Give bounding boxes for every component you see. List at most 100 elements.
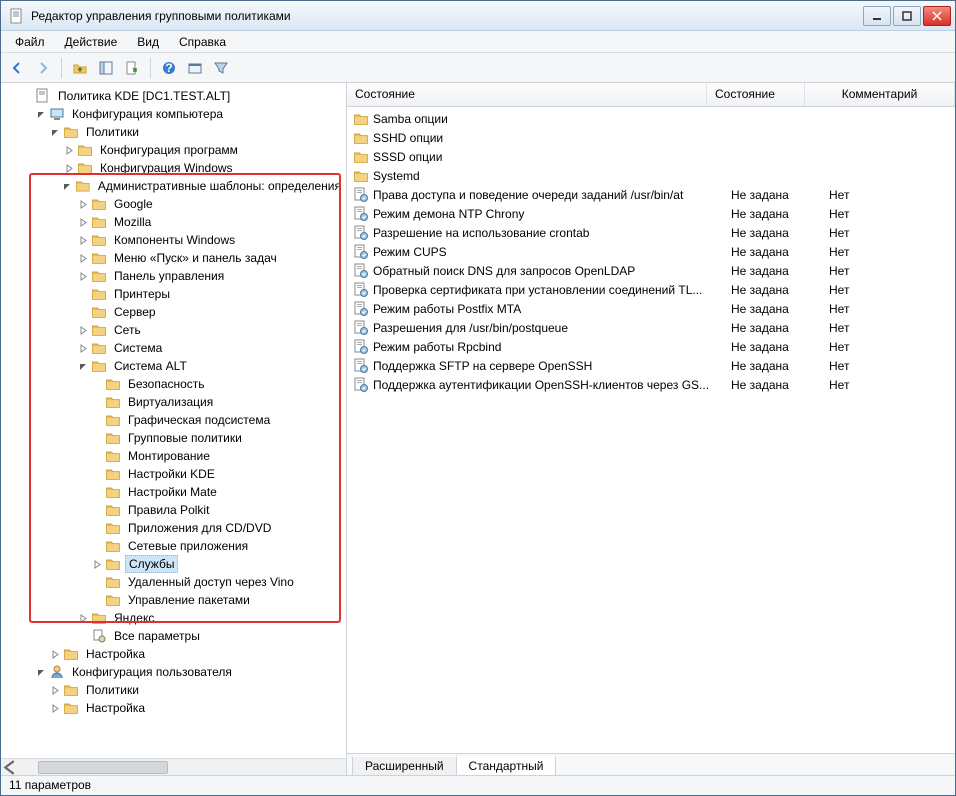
column-state[interactable]: Состояние <box>707 83 805 106</box>
expand-icon[interactable] <box>77 216 89 228</box>
list-row[interactable]: Обратный поиск DNS для запросов OpenLDAP… <box>347 261 955 280</box>
tree-node-controlPanel[interactable]: Панель управления <box>3 267 344 285</box>
tree-node-yandex[interactable]: Яндекс <box>3 609 344 627</box>
expand-icon[interactable] <box>77 324 89 336</box>
close-button[interactable] <box>923 6 951 26</box>
list-row[interactable]: Разрешения для /usr/bin/postqueueНе зада… <box>347 318 955 337</box>
collapse-icon[interactable] <box>35 108 47 120</box>
tree-pane[interactable]: Политика KDE [DC1.TEST.ALT]Конфигурация … <box>1 83 347 775</box>
tree-node-groupPol[interactable]: Групповые политики <box>3 429 344 447</box>
horizontal-scrollbar[interactable] <box>1 758 346 775</box>
tree-node-printers[interactable]: Принтеры <box>3 285 344 303</box>
tree-node-settings2[interactable]: Настройка <box>3 699 344 717</box>
list-row[interactable]: Режим работы Postfix MTAНе заданаНет <box>347 299 955 318</box>
tree-node-compWindows[interactable]: Компоненты Windows <box>3 231 344 249</box>
list-row[interactable]: Права доступа и поведение очереди задани… <box>347 185 955 204</box>
column-comment[interactable]: Комментарий <box>805 83 955 106</box>
tab-extended[interactable]: Расширенный <box>352 757 457 775</box>
tree-node-winConfig[interactable]: Конфигурация Windows <box>3 159 344 177</box>
list-row[interactable]: Samba опции <box>347 109 955 128</box>
tree-node-google[interactable]: Google <box>3 195 344 213</box>
tree-node-system[interactable]: Система <box>3 339 344 357</box>
expand-icon[interactable] <box>49 702 61 714</box>
export-button[interactable] <box>120 56 144 80</box>
maximize-button[interactable] <box>893 6 921 26</box>
tree-node-mozilla[interactable]: Mozilla <box>3 213 344 231</box>
expand-icon[interactable] <box>77 270 89 282</box>
tree-node-packages[interactable]: Управление пакетами <box>3 591 344 609</box>
filter-button[interactable] <box>209 56 233 80</box>
help-button[interactable]: ? <box>157 56 181 80</box>
tree-node-security[interactable]: Безопасность <box>3 375 344 393</box>
expand-icon[interactable] <box>77 342 89 354</box>
tree-node-services[interactable]: Службы <box>3 555 344 573</box>
tree-node-compConfig[interactable]: Конфигурация компьютера <box>3 105 344 123</box>
expand-icon[interactable] <box>77 612 89 624</box>
forward-button[interactable] <box>31 56 55 80</box>
list-row[interactable]: Systemd <box>347 166 955 185</box>
folder-icon <box>353 168 369 184</box>
tree-node-graphics[interactable]: Графическая подсистема <box>3 411 344 429</box>
list-row[interactable]: Поддержка SFTP на сервере OpenSSHНе зада… <box>347 356 955 375</box>
tree-node-server[interactable]: Сервер <box>3 303 344 321</box>
tab-standard[interactable]: Стандартный <box>456 756 557 775</box>
tree-node-allParams[interactable]: Все параметры <box>3 627 344 645</box>
expand-icon[interactable] <box>49 648 61 660</box>
collapse-icon[interactable] <box>49 126 61 138</box>
menu-action[interactable]: Действие <box>57 33 126 51</box>
list-body[interactable]: Samba опцииSSHD опцииSSSD опцииSystemdПр… <box>347 107 955 753</box>
expand-icon[interactable] <box>91 558 103 570</box>
expand-icon[interactable] <box>77 198 89 210</box>
menu-view[interactable]: Вид <box>129 33 167 51</box>
list-row[interactable]: Режим работы RpcbindНе заданаНет <box>347 337 955 356</box>
show-tree-button[interactable] <box>94 56 118 80</box>
scroll-left-icon[interactable] <box>1 760 18 775</box>
expand-icon[interactable] <box>63 144 75 156</box>
tree-node-policies2[interactable]: Политики <box>3 681 344 699</box>
tree-node-root[interactable]: Политика KDE [DC1.TEST.ALT] <box>3 87 344 105</box>
folder-icon <box>91 358 107 374</box>
tree-node-adminTemplates[interactable]: Административные шаблоны: определения <box>3 177 344 195</box>
tree-node-netapps[interactable]: Сетевые приложения <box>3 537 344 555</box>
row-state: Не задана <box>731 378 829 392</box>
tree-node-settings[interactable]: Настройка <box>3 645 344 663</box>
list-row[interactable]: Режим демона NTP ChronyНе заданаНет <box>347 204 955 223</box>
tree-node-mate[interactable]: Настройки Mate <box>3 483 344 501</box>
tree-node-userConfig[interactable]: Конфигурация пользователя <box>3 663 344 681</box>
minimize-button[interactable] <box>863 6 891 26</box>
row-name: Обратный поиск DNS для запросов OpenLDAP <box>373 264 731 278</box>
list-row[interactable]: Разрешение на использование crontabНе за… <box>347 223 955 242</box>
list-row[interactable]: Поддержка аутентификации OpenSSH-клиенто… <box>347 375 955 394</box>
toggle-spacer <box>91 486 103 498</box>
column-name[interactable]: Состояние <box>347 83 707 106</box>
back-button[interactable] <box>5 56 29 80</box>
collapse-icon[interactable] <box>62 180 74 192</box>
row-comment: Нет <box>829 378 955 392</box>
properties-button[interactable] <box>183 56 207 80</box>
tree-node-polkit[interactable]: Правила Polkit <box>3 501 344 519</box>
tree-node-virtual[interactable]: Виртуализация <box>3 393 344 411</box>
list-row[interactable]: Проверка сертификата при установлении со… <box>347 280 955 299</box>
list-row[interactable]: SSHD опции <box>347 128 955 147</box>
collapse-icon[interactable] <box>77 360 89 372</box>
expand-icon[interactable] <box>77 234 89 246</box>
expand-icon[interactable] <box>49 684 61 696</box>
tree-node-vino[interactable]: Удаленный доступ через Vino <box>3 573 344 591</box>
menu-file[interactable]: Файл <box>7 33 53 51</box>
menu-help[interactable]: Справка <box>171 33 234 51</box>
scroll-thumb[interactable] <box>38 761 168 774</box>
list-row[interactable]: Режим CUPSНе заданаНет <box>347 242 955 261</box>
tree-node-progConfig[interactable]: Конфигурация программ <box>3 141 344 159</box>
tree-node-network[interactable]: Сеть <box>3 321 344 339</box>
tree-node-startMenu[interactable]: Меню «Пуск» и панель задач <box>3 249 344 267</box>
tree-node-policies[interactable]: Политики <box>3 123 344 141</box>
tree-node-cddvd[interactable]: Приложения для CD/DVD <box>3 519 344 537</box>
collapse-icon[interactable] <box>35 666 47 678</box>
up-button[interactable] <box>68 56 92 80</box>
list-row[interactable]: SSSD опции <box>347 147 955 166</box>
tree-node-kde[interactable]: Настройки KDE <box>3 465 344 483</box>
tree-node-systemAlt[interactable]: Система ALT <box>3 357 344 375</box>
expand-icon[interactable] <box>63 162 75 174</box>
expand-icon[interactable] <box>77 252 89 264</box>
tree-node-mounting[interactable]: Монтирование <box>3 447 344 465</box>
